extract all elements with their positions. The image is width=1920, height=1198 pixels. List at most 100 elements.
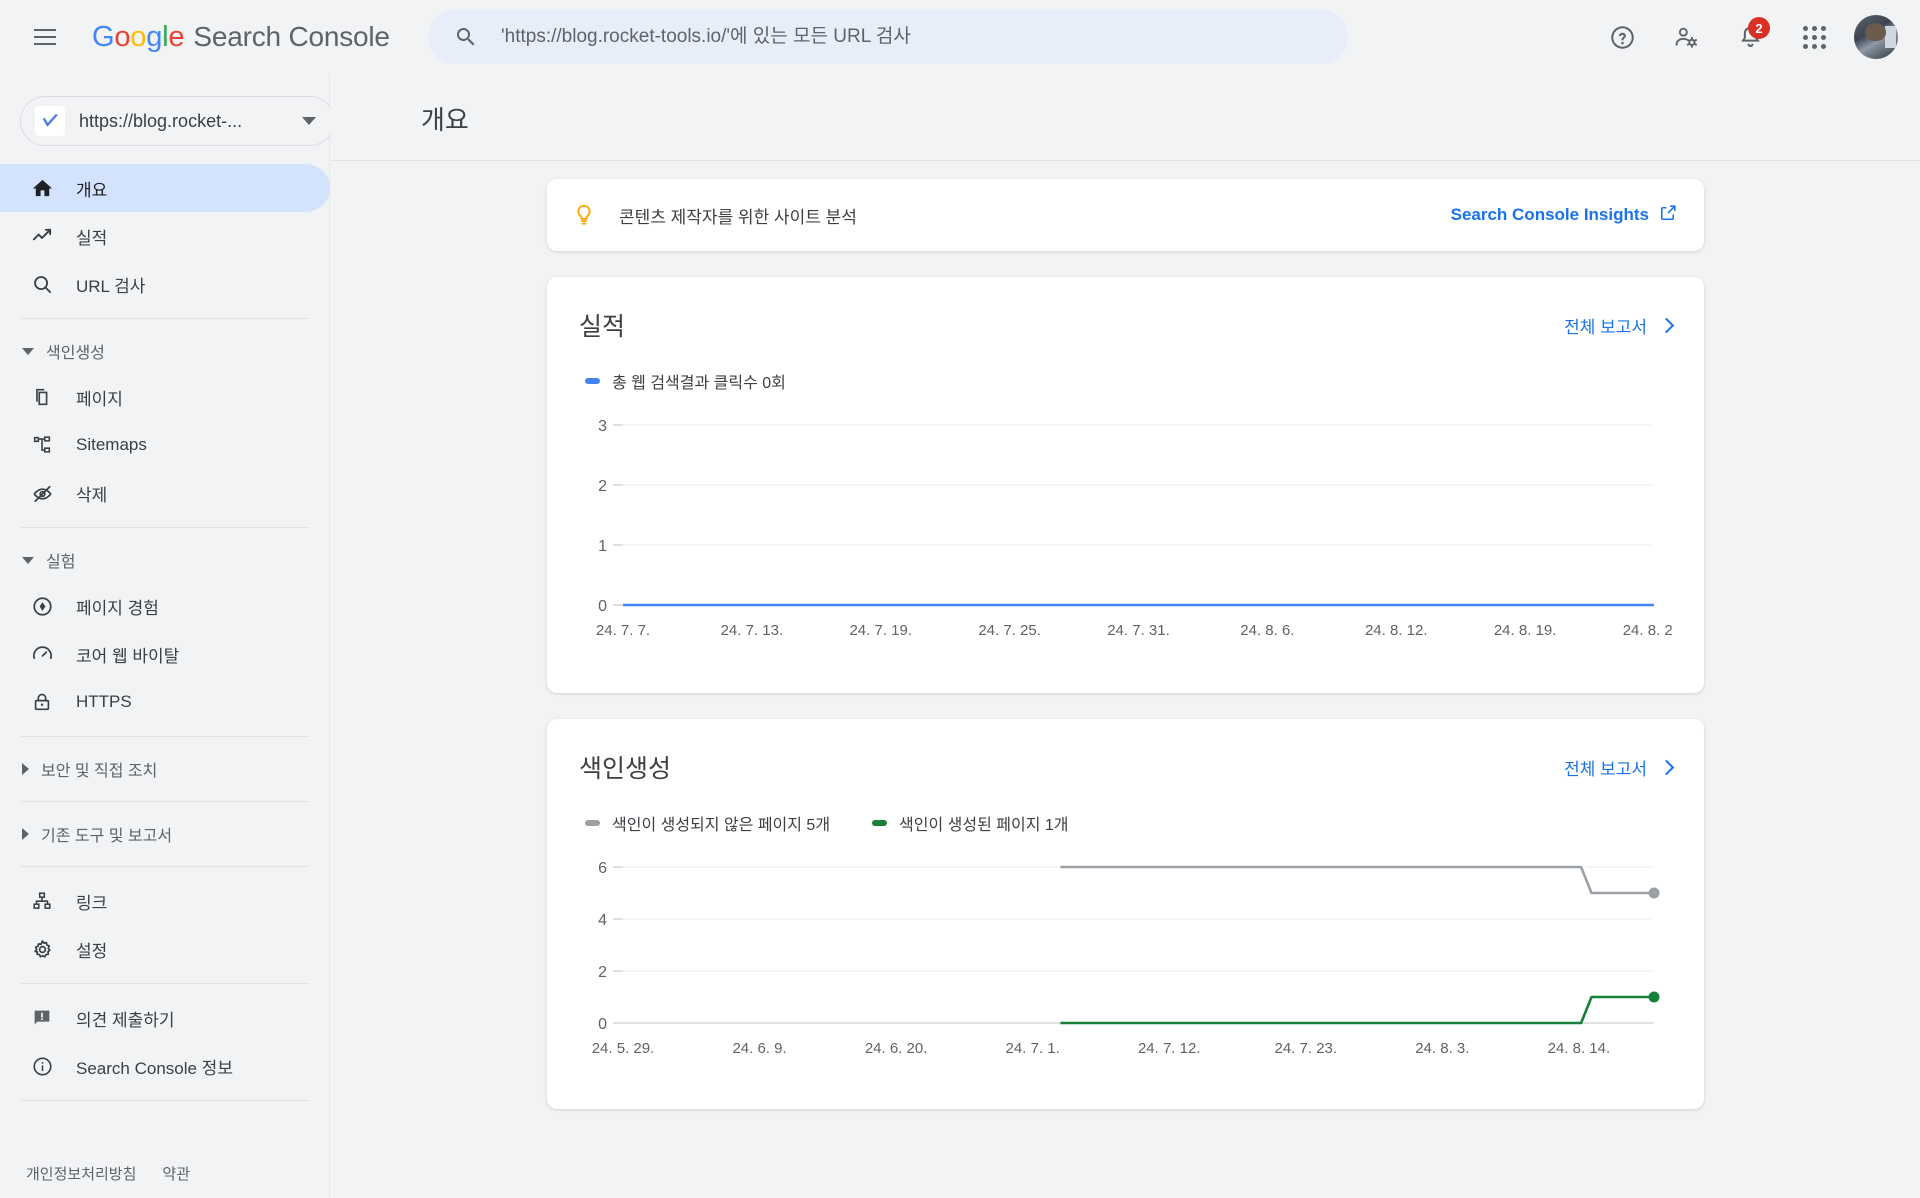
sidebar-item-settings[interactable]: 설정 xyxy=(0,925,330,973)
x-axis-tick-label: 24. 7. 13. xyxy=(721,622,784,639)
y-axis-tick-label: 0 xyxy=(598,598,607,615)
sidebar-item-links[interactable]: 링크 xyxy=(0,877,330,925)
chart-series-endpoint xyxy=(1649,992,1660,1003)
sidebar-item-performance[interactable]: 실적 xyxy=(0,212,330,260)
sidebar-item-about-search-console[interactable]: Search Console 정보 xyxy=(0,1042,330,1090)
x-axis-tick-label: 24. 7. 31. xyxy=(1107,622,1170,639)
sitemap-icon xyxy=(30,433,54,457)
chart-series-line xyxy=(1060,997,1654,1023)
sidebar-item-sitemaps[interactable]: Sitemaps xyxy=(0,421,330,469)
sidebar-item-label: Search Console 정보 xyxy=(76,1054,233,1079)
url-inspection-input[interactable] xyxy=(499,25,1299,49)
sidebar-item-label: HTTPS xyxy=(76,692,132,712)
notifications-bell-icon[interactable]: 2 xyxy=(1726,13,1774,61)
info-circle-icon xyxy=(30,1054,54,1078)
sidebar-item-page-experience[interactable]: 페이지 경험 xyxy=(0,582,330,630)
x-axis-tick-label: 24. 8. 3. xyxy=(1415,1040,1469,1057)
chevron-down-icon[interactable] xyxy=(302,117,316,125)
notification-badge: 2 xyxy=(1748,17,1770,39)
indexing-legend: 색인이 생성되지 않은 페이지 5개 색인이 생성된 페이지 1개 xyxy=(579,811,1672,835)
y-axis-tick-label: 0 xyxy=(598,1016,607,1033)
indexing-chart: 024624. 5. 29.24. 6. 9.24. 6. 20.24. 7. … xyxy=(579,855,1672,1087)
top-bar-actions: 2 xyxy=(1598,0,1898,74)
performance-card-header: 실적 전체 보고서 xyxy=(579,307,1672,343)
sidebar-item-pages[interactable]: 페이지 xyxy=(0,373,330,421)
primary-nav: 개요 실적 URL 검사 xyxy=(0,164,329,308)
x-axis-tick-label: 24. 5. 29. xyxy=(592,1040,655,1057)
sidebar-item-https[interactable]: HTTPS xyxy=(0,678,330,726)
apps-grid-icon[interactable] xyxy=(1790,13,1838,61)
terms-link[interactable]: 약관 xyxy=(162,1163,190,1184)
full-report-label: 전체 보고서 xyxy=(1564,313,1647,338)
sidebar-item-label: 삭제 xyxy=(76,481,107,506)
x-axis-tick-label: 24. 7. 1. xyxy=(1006,1040,1060,1057)
legend-swatch xyxy=(872,820,887,826)
legend-item-indexed[interactable]: 색인이 생성된 페이지 1개 xyxy=(872,811,1068,835)
privacy-policy-link[interactable]: 개인정보처리방침 xyxy=(26,1163,136,1184)
page-experience-icon xyxy=(30,594,54,618)
sidebar-section-experience[interactable]: 실험 xyxy=(0,538,329,582)
sidebar-section-indexing[interactable]: 색인생성 xyxy=(0,329,329,373)
sidebar-item-label: 코어 웹 바이탈 xyxy=(76,642,179,667)
property-selector[interactable]: https://blog.rocket-... xyxy=(20,96,335,146)
x-axis-tick-label: 24. 6. 9. xyxy=(732,1040,786,1057)
property-label: https://blog.rocket-... xyxy=(79,111,242,132)
product-name: Search Console xyxy=(193,21,389,53)
x-axis-tick-label: 24. 8. 14. xyxy=(1548,1040,1611,1057)
site-favicon-icon xyxy=(35,106,65,136)
sidebar-divider xyxy=(20,527,309,528)
chevron-right-icon xyxy=(22,763,29,775)
legend-item-clicks[interactable]: 총 웹 검색결과 클릭수 0회 xyxy=(585,369,786,393)
indexing-full-report-link[interactable]: 전체 보고서 xyxy=(1564,755,1672,780)
indexing-title: 색인생성 xyxy=(579,749,671,785)
y-axis-tick-label: 4 xyxy=(598,912,607,929)
sidebar-section-security[interactable]: 보안 및 직접 조치 xyxy=(0,747,329,791)
help-icon[interactable] xyxy=(1598,13,1646,61)
sidebar-item-label: 설정 xyxy=(76,937,107,962)
section-label: 실험 xyxy=(46,548,75,572)
performance-chart: 012324. 7. 7.24. 7. 13.24. 7. 19.24. 7. … xyxy=(579,413,1672,671)
x-axis-tick-label: 24. 7. 25. xyxy=(978,622,1041,639)
x-axis-tick-label: 24. 7. 12. xyxy=(1138,1040,1201,1057)
links-icon xyxy=(30,889,54,913)
x-axis-tick-label: 24. 7. 7. xyxy=(596,622,650,639)
header-divider xyxy=(331,160,1920,161)
main-content: 개요 콘텐츠 제작자를 위한 사이트 분석 Search Console Ins… xyxy=(331,74,1920,1198)
apps-grid-dots xyxy=(1803,26,1826,49)
page-title: 개요 xyxy=(331,74,1920,160)
sidebar-item-label: 개요 xyxy=(76,176,107,201)
legend-swatch xyxy=(585,378,600,384)
sidebar-divider xyxy=(20,1100,309,1101)
brand-logo[interactable]: Google Search Console xyxy=(92,21,390,54)
search-bar[interactable] xyxy=(428,10,1348,64)
chart-svg: 012324. 7. 7.24. 7. 13.24. 7. 19.24. 7. … xyxy=(579,413,1672,651)
search-console-insights-link[interactable]: Search Console Insights xyxy=(1451,203,1678,227)
insights-description: 콘텐츠 제작자를 위한 사이트 분석 xyxy=(619,203,857,228)
avatar[interactable] xyxy=(1854,15,1898,59)
person-gear-icon[interactable] xyxy=(1662,13,1710,61)
sidebar-item-core-web-vitals[interactable]: 코어 웹 바이탈 xyxy=(0,630,330,678)
y-axis-tick-label: 1 xyxy=(598,538,607,555)
sidebar-item-removals[interactable]: 삭제 xyxy=(0,469,330,517)
home-icon xyxy=(30,176,54,200)
eye-off-icon xyxy=(30,481,54,505)
sidebar-item-send-feedback[interactable]: 의견 제출하기 xyxy=(0,994,330,1042)
search-icon xyxy=(30,272,54,296)
sidebar-section-legacy-tools[interactable]: 기존 도구 및 보고서 xyxy=(0,812,329,856)
sidebar-item-overview[interactable]: 개요 xyxy=(0,164,330,212)
feedback-icon xyxy=(30,1006,54,1030)
chevron-right-icon xyxy=(1659,759,1675,775)
pages-icon xyxy=(30,385,54,409)
legend-item-not-indexed[interactable]: 색인이 생성되지 않은 페이지 5개 xyxy=(585,811,830,835)
google-wordmark: Google xyxy=(92,21,184,54)
sidebar-item-url-inspection[interactable]: URL 검사 xyxy=(0,260,330,308)
x-axis-tick-label: 24. 7. 23. xyxy=(1275,1040,1338,1057)
section-label: 색인생성 xyxy=(46,339,105,363)
sidebar-divider xyxy=(20,983,309,984)
section-label: 보안 및 직접 조치 xyxy=(41,757,157,781)
hamburger-menu-icon[interactable] xyxy=(26,18,64,56)
indexing-card: 색인생성 전체 보고서 색인이 생성되지 않은 페이지 5개 색인이 생성된 페… xyxy=(547,719,1704,1109)
sidebar-item-label: 실적 xyxy=(76,224,107,249)
top-app-bar: Google Search Console 2 xyxy=(0,0,1920,74)
performance-full-report-link[interactable]: 전체 보고서 xyxy=(1564,313,1672,338)
